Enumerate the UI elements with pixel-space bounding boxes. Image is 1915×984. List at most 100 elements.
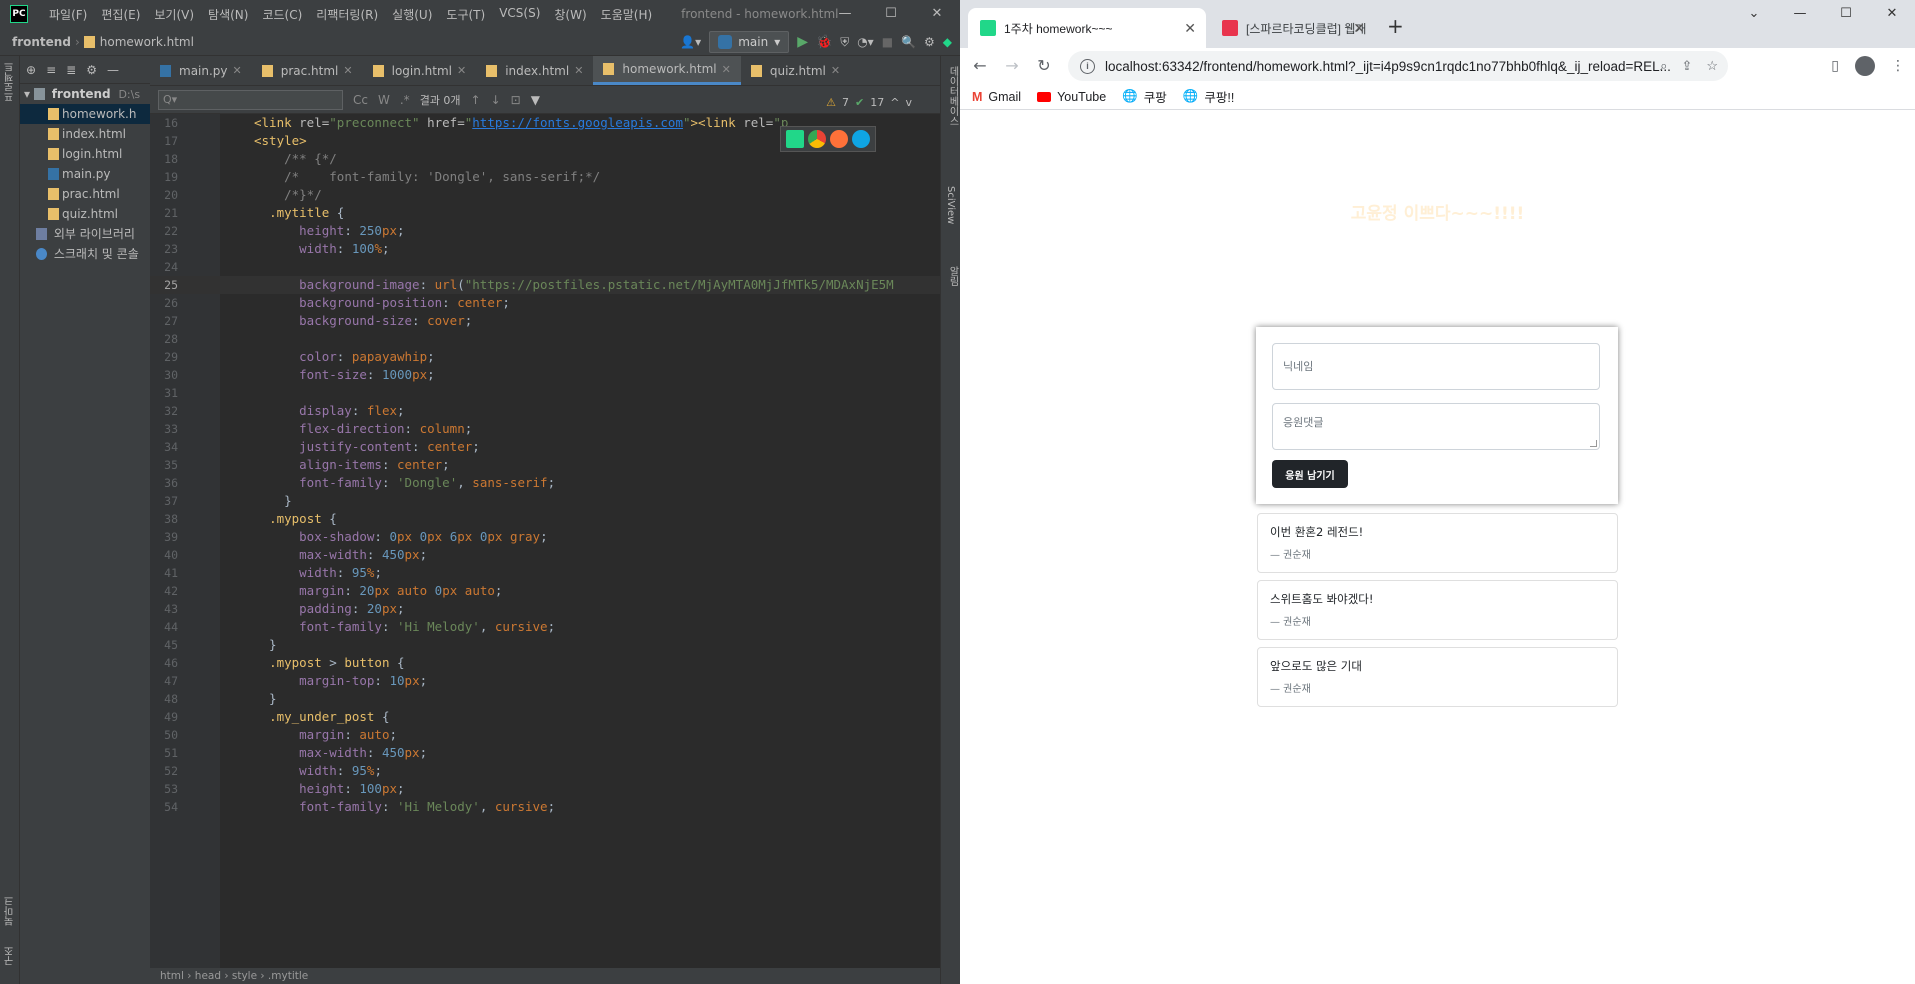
menu-item[interactable]: 도움말(H) [594, 6, 660, 23]
nav-project[interactable]: frontend [12, 35, 71, 49]
find-input[interactable]: Q▾ [158, 89, 343, 110]
editor-tab[interactable]: main.py ✕ [150, 56, 252, 85]
tree-root[interactable]: ▾ frontend D:\s [20, 84, 150, 104]
menu-item[interactable]: 리팩터링(R) [309, 6, 385, 23]
bookmarks-tool-tab[interactable]: 북마크 [3, 896, 18, 926]
editor-tab[interactable]: homework.html ✕ [593, 56, 741, 85]
minimize-icon[interactable]: — [822, 0, 868, 28]
tree-file[interactable]: quiz.html [20, 204, 150, 224]
chrome-icon[interactable] [808, 130, 826, 148]
close-icon[interactable]: ✕ [343, 64, 352, 77]
minimize-icon[interactable]: — [1777, 0, 1823, 28]
next-match-icon[interactable]: ↓ [491, 93, 501, 107]
info-icon[interactable]: i [1080, 58, 1095, 74]
close-icon[interactable]: ✕ [1353, 20, 1365, 37]
nav-file[interactable]: homework.html [100, 35, 194, 49]
profile-icon[interactable]: ◔▾ [857, 35, 874, 49]
editor-tab[interactable]: index.html ✕ [476, 56, 593, 85]
project-tool-tab[interactable]: 프로젝트 [3, 62, 18, 102]
close-icon[interactable]: ✕ [574, 64, 583, 77]
hide-icon[interactable]: — [107, 63, 119, 77]
bookmark-coupang[interactable]: 🌐 쿠팡 [1122, 87, 1167, 106]
jetbrains-icon[interactable]: ◆ [943, 35, 952, 49]
chevron-down-icon[interactable]: v [905, 96, 912, 109]
avatar[interactable] [1855, 56, 1875, 76]
sciview-tool-tab[interactable]: SciView [945, 186, 956, 224]
bookmark-youtube[interactable]: YouTube [1037, 90, 1106, 104]
browser-tab[interactable]: [스파르타코딩클럽] 웹개발 종합 ✕ [1210, 8, 1375, 48]
prev-match-icon[interactable]: ↑ [471, 93, 481, 107]
run-config-selector[interactable]: main ▾ [709, 31, 790, 53]
select-all-icon[interactable]: ⊡ [511, 93, 521, 107]
tab-search-icon[interactable]: ⌄ [1731, 0, 1777, 28]
collapse-all-icon[interactable]: ≣ [66, 63, 76, 77]
close-icon[interactable]: ✕ [722, 63, 731, 76]
menu-item[interactable]: 보기(V) [147, 6, 201, 23]
match-case-toggle[interactable]: Cc [353, 93, 368, 107]
user-icon[interactable]: 👤▾ [680, 35, 701, 49]
menu-item[interactable]: VCS(S) [492, 6, 547, 23]
chevron-up-icon[interactable]: ^ [890, 96, 899, 109]
tree-file[interactable]: prac.html [20, 184, 150, 204]
locate-icon[interactable]: ⊕ [26, 63, 36, 77]
menu-icon[interactable]: ⋮ [1891, 58, 1905, 74]
structure-tool-tab[interactable]: 구조 [3, 946, 18, 966]
tree-file[interactable]: index.html [20, 124, 150, 144]
close-icon[interactable]: ✕ [457, 64, 466, 77]
nickname-input[interactable]: 닉네임 [1272, 343, 1600, 390]
maximize-icon[interactable]: ☐ [868, 0, 914, 28]
menu-item[interactable]: 도구(T) [439, 6, 492, 23]
editor-tab[interactable]: prac.html ✕ [252, 56, 363, 85]
database-tool-tab[interactable]: 데이터베이스 [945, 66, 960, 126]
share-icon[interactable]: ⇪ [1681, 58, 1692, 74]
new-tab-button[interactable]: + [1387, 14, 1404, 38]
code-editor[interactable]: 16 <link rel="preconnect" href="https://f… [150, 114, 940, 969]
editor-breadcrumb[interactable]: html › head › style › .mytitle [150, 968, 940, 984]
forward-icon[interactable]: → [996, 56, 1028, 75]
search-icon[interactable]: 🔍 [901, 35, 916, 49]
reload-icon[interactable]: ↻ [1028, 56, 1060, 75]
bookmark-coupang2[interactable]: 🌐 쿠팡!! [1183, 87, 1235, 106]
menu-item[interactable]: 코드(C) [255, 6, 309, 23]
pycharm-browser-icon[interactable] [786, 130, 804, 148]
debug-icon[interactable]: 🐞 [816, 35, 832, 50]
close-icon[interactable]: ✕ [233, 64, 242, 77]
address-bar[interactable]: i localhost:63342/frontend/homework.html… [1068, 51, 1728, 81]
close-icon[interactable]: ✕ [831, 64, 840, 77]
expand-all-icon[interactable]: ≡ [46, 63, 56, 77]
close-icon[interactable]: ✕ [1869, 0, 1915, 28]
regex-toggle[interactable]: .* [400, 93, 410, 107]
maximize-icon[interactable]: ☐ [1823, 0, 1869, 28]
filter-icon[interactable]: ▼ [531, 93, 540, 107]
tree-file[interactable]: homework.h [20, 104, 150, 124]
firefox-icon[interactable] [830, 130, 848, 148]
close-icon[interactable]: ✕ [1184, 20, 1196, 37]
stop-icon[interactable]: ■ [882, 35, 893, 49]
star-icon[interactable]: ☆ [1706, 58, 1718, 74]
menu-item[interactable]: 창(W) [547, 6, 593, 23]
editor-tab[interactable]: quiz.html ✕ [741, 56, 850, 85]
browser-tab-active[interactable]: 1주차 homework~~~ ✕ [968, 8, 1206, 48]
editor-tab[interactable]: login.html ✕ [363, 56, 477, 85]
menu-item[interactable]: 실행(U) [385, 6, 439, 23]
menu-item[interactable]: 파일(F) [42, 6, 94, 23]
run-icon[interactable]: ▶ [797, 34, 808, 50]
close-icon[interactable]: ✕ [914, 0, 960, 28]
whole-word-toggle[interactable]: W [378, 93, 390, 107]
tree-file[interactable]: main.py [20, 164, 150, 184]
gear-icon[interactable]: ⚙ [924, 35, 935, 49]
bookmark-gmail[interactable]: M Gmail [972, 90, 1021, 104]
tree-file[interactable]: login.html [20, 144, 150, 164]
gear-icon[interactable]: ⚙ [86, 63, 97, 77]
comment-textarea[interactable]: 응원댓글 [1272, 403, 1600, 450]
submit-cheer-button[interactable]: 응원 남기기 [1272, 460, 1348, 488]
notifications-tool-tab[interactable]: 알림 [945, 266, 960, 286]
tree-scratches[interactable]: 스크래치 및 콘솔 [20, 244, 150, 264]
back-icon[interactable]: ← [964, 56, 996, 75]
coverage-icon[interactable]: ⛨ [840, 35, 849, 50]
edge-icon[interactable] [852, 130, 870, 148]
inspection-widget[interactable]: ⚠ 7 ✔ 17 ^ v [826, 96, 912, 109]
menu-item[interactable]: 탐색(N) [201, 6, 255, 23]
menu-item[interactable]: 편집(E) [94, 6, 147, 23]
side-panel-icon[interactable]: ▯ [1831, 58, 1839, 74]
